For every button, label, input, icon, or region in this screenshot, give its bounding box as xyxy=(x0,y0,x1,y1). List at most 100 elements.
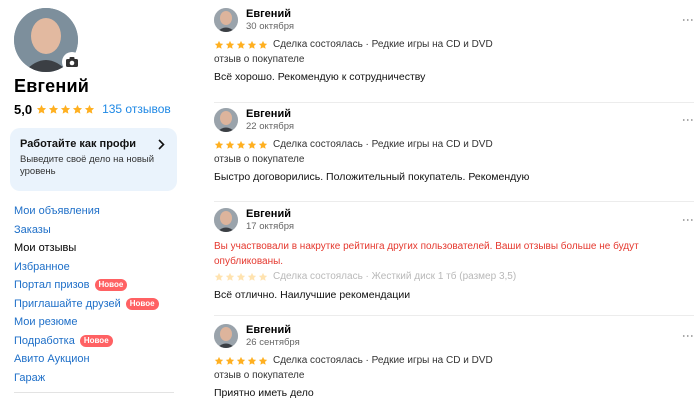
star-icon xyxy=(247,356,257,365)
deal-info: Сделка состоялась · Редкие игры на CD и … xyxy=(273,39,493,50)
nav-label: Мои объявления xyxy=(14,205,100,218)
promo-title: Работайте как профи xyxy=(20,138,137,150)
new-badge: Новое xyxy=(79,334,113,347)
star-icon xyxy=(225,40,235,49)
review-text: Всё отлично. Наилучшие рекомендации xyxy=(214,289,411,301)
nav-label: Гараж xyxy=(14,371,46,384)
profile-rating: 5,0 135 отзывов xyxy=(14,101,171,117)
nav-item-invite-friends[interactable]: Приглашайте друзей Новое xyxy=(14,295,179,314)
star-icon xyxy=(225,356,235,365)
review-card-flagged: Евгений 17 октября ⋮ Вы участвовали в на… xyxy=(214,208,695,313)
review-text: Всё хорошо. Рекомендую к сотрудничеству xyxy=(214,71,426,83)
nav-item-orders[interactable]: Заказы xyxy=(14,221,179,240)
more-vertical-icon[interactable]: ⋮ xyxy=(681,330,695,341)
promo-text: Выведите своё дело на новый уровень xyxy=(20,154,155,177)
profile-nav: Мои объявления Заказы Мои отзывы Избранн… xyxy=(14,202,179,387)
nav-label: Подработка xyxy=(14,334,75,347)
reviewer-avatar[interactable] xyxy=(214,8,238,32)
nav-label: Авито Аукцион xyxy=(14,353,90,366)
reviewer-name[interactable]: Евгений xyxy=(246,324,291,336)
nav-label: Заказы xyxy=(14,223,51,236)
nav-item-auction[interactable]: Авито Аукцион xyxy=(14,350,179,369)
new-badge: Новое xyxy=(94,279,128,292)
nav-label: Портал призов xyxy=(14,279,90,292)
nav-item-favorites[interactable]: Избранное xyxy=(14,258,179,277)
star-icon xyxy=(236,272,246,281)
star-icon xyxy=(60,104,71,114)
star-icon xyxy=(214,272,224,281)
more-vertical-icon[interactable]: ⋮ xyxy=(681,14,695,25)
star-icon xyxy=(247,140,257,149)
star-icon xyxy=(214,140,224,149)
review-date: 26 сентября xyxy=(246,337,300,348)
star-icon xyxy=(236,40,246,49)
more-vertical-icon[interactable]: ⋮ xyxy=(681,214,695,225)
star-icon xyxy=(214,40,224,49)
reviews-count-link[interactable]: 135 отзывов xyxy=(102,102,171,116)
nav-item-side-jobs[interactable]: Подработка Новое xyxy=(14,332,179,351)
star-icon xyxy=(225,140,235,149)
star-icon xyxy=(84,104,95,114)
star-icon xyxy=(72,104,83,114)
profile-avatar[interactable] xyxy=(14,8,82,72)
review-date: 17 октября xyxy=(246,221,295,232)
deal-info: Сделка состоялась · Редкие игры на CD и … xyxy=(273,355,493,366)
reviewer-avatar[interactable] xyxy=(214,208,238,232)
nav-item-my-reviews[interactable]: Мои отзывы xyxy=(14,239,179,258)
star-icon xyxy=(258,272,268,281)
promo-card[interactable]: Работайте как профи Выведите своё дело н… xyxy=(10,128,177,191)
star-icon xyxy=(214,356,224,365)
review-role: отзыв о покупателе xyxy=(214,370,305,381)
reviewer-name[interactable]: Евгений xyxy=(246,208,291,220)
star-icon xyxy=(225,272,235,281)
review-date: 22 октября xyxy=(246,121,295,132)
nav-item-my-ads[interactable]: Мои объявления xyxy=(14,202,179,221)
review-card: Евгений 26 сентября ⋮ Сделка состоялась … xyxy=(214,324,695,403)
review-card: Евгений 22 октября ⋮ Сделка состоялась ·… xyxy=(214,108,695,198)
review-card: Евгений 30 октября ⋮ Сделка состоялась ·… xyxy=(214,8,695,98)
rating-value: 5,0 xyxy=(14,101,33,117)
star-icon xyxy=(36,104,47,114)
reviewer-avatar[interactable] xyxy=(214,108,238,132)
more-vertical-icon[interactable]: ⋮ xyxy=(681,114,695,125)
rating-manipulation-warning: Вы участвовали в накрутке рейтинга други… xyxy=(214,241,639,267)
reviewer-name[interactable]: Евгений xyxy=(246,108,291,120)
review-date: 30 октября xyxy=(246,21,295,32)
review-meta: Сделка состоялась · Редкие игры на CD и … xyxy=(214,139,493,150)
review-role: отзыв о покупателе xyxy=(214,154,305,165)
deal-info: Сделка состоялась · Редкие игры на CD и … xyxy=(273,139,493,150)
nav-label: Приглашайте друзей xyxy=(14,297,121,310)
profile-sidebar: Евгений 5,0 135 отзывов Работайте как пр… xyxy=(0,0,185,403)
profile-name: Евгений xyxy=(14,76,89,96)
nav-item-prize-portal[interactable]: Портал призов Новое xyxy=(14,276,179,295)
camera-icon[interactable] xyxy=(62,52,82,72)
nav-divider xyxy=(14,392,174,393)
review-meta: Сделка состоялась · Редкие игры на CD и … xyxy=(214,39,493,50)
star-icon xyxy=(258,40,268,49)
nav-item-garage[interactable]: Гараж xyxy=(14,369,179,388)
deal-info: Сделка состоялась · Жесткий диск 1 тб (р… xyxy=(273,271,517,282)
nav-label: Избранное xyxy=(14,260,70,273)
review-text: Приятно иметь дело xyxy=(214,387,314,399)
reviewer-name[interactable]: Евгений xyxy=(246,8,291,20)
star-icon xyxy=(48,104,59,114)
review-divider xyxy=(214,102,694,103)
review-meta: Сделка состоялась · Жесткий диск 1 тб (р… xyxy=(214,271,516,282)
star-icon xyxy=(236,356,246,365)
review-role: отзыв о покупателе xyxy=(214,54,305,65)
review-divider xyxy=(214,201,694,202)
star-icon xyxy=(236,140,246,149)
nav-item-resumes[interactable]: Мои резюме xyxy=(14,313,179,332)
review-meta: Сделка состоялась · Редкие игры на CD и … xyxy=(214,355,493,366)
reviewer-avatar[interactable] xyxy=(214,324,238,348)
star-icon xyxy=(258,140,268,149)
review-text: Быстро договорились. Положительный покуп… xyxy=(214,171,530,183)
review-divider xyxy=(214,315,694,316)
new-badge: Новое xyxy=(125,297,159,310)
nav-label: Мои резюме xyxy=(14,316,78,329)
rating-stars xyxy=(36,104,96,115)
chevron-right-icon xyxy=(158,139,165,153)
star-icon xyxy=(247,272,257,281)
star-icon xyxy=(247,40,257,49)
nav-label: Мои отзывы xyxy=(14,242,77,255)
